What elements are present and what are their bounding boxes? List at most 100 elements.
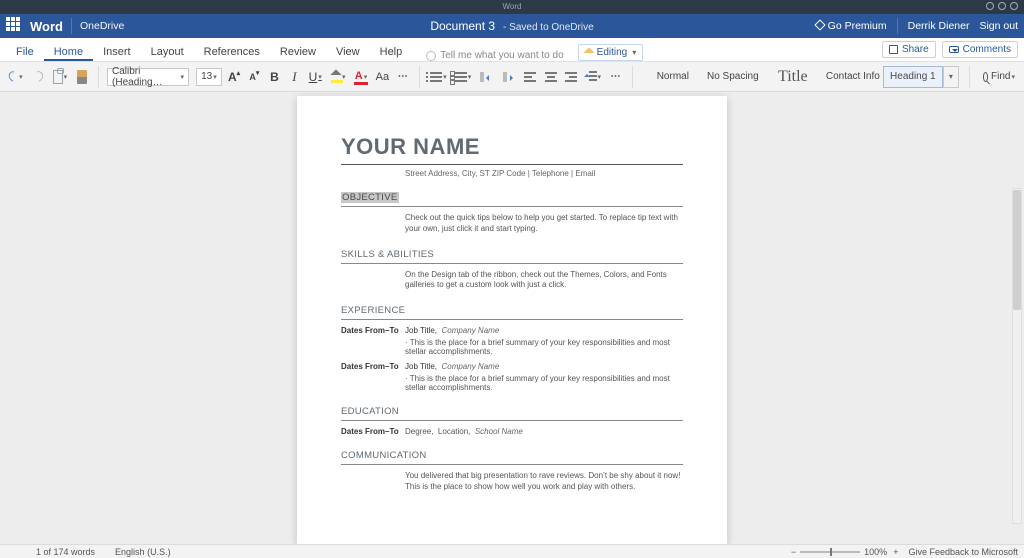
align-left-button[interactable]: [522, 68, 539, 86]
resume-name[interactable]: YOUR NAME: [341, 134, 683, 160]
redo-icon: [31, 69, 45, 84]
os-titlebar: Word: [0, 0, 1024, 14]
document-page[interactable]: YOUR NAME Street Address, City, ST ZIP C…: [297, 96, 727, 544]
scrollbar-thumb[interactable]: [1013, 190, 1021, 310]
chevron-down-icon: ▾: [632, 48, 636, 57]
align-right-button[interactable]: [563, 68, 580, 86]
outdent-icon: [480, 72, 492, 82]
chevron-down-icon: ▾: [213, 73, 217, 81]
section-skills[interactable]: SKILLS & ABILITIES: [341, 249, 683, 260]
minimize-icon[interactable]: [986, 2, 994, 10]
style-contact[interactable]: Contact Info: [823, 66, 883, 88]
tab-references[interactable]: References: [194, 42, 270, 61]
close-icon[interactable]: [1010, 2, 1018, 10]
zoom-in-button[interactable]: +: [893, 547, 898, 557]
zoom-slider[interactable]: [800, 551, 860, 553]
align-center-button[interactable]: [542, 68, 559, 86]
section-education[interactable]: EDUCATION: [341, 406, 683, 417]
tab-help[interactable]: Help: [370, 42, 413, 61]
tab-layout[interactable]: Layout: [141, 42, 194, 61]
tab-insert[interactable]: Insert: [93, 42, 141, 61]
indent-icon: [503, 72, 515, 82]
line-spacing-button[interactable]: ▾: [583, 68, 604, 86]
experience-row[interactable]: Dates From–To Job Title, Company Name· T…: [341, 326, 683, 356]
maximize-icon[interactable]: [998, 2, 1006, 10]
change-case-button[interactable]: Aa: [373, 68, 391, 86]
font-size-select[interactable]: 13▾: [196, 68, 222, 86]
undo-button[interactable]: ▾: [6, 68, 26, 86]
more-paragraph-button[interactable]: ⋯: [608, 68, 624, 86]
vertical-scrollbar[interactable]: [1012, 188, 1022, 524]
ribbon-home: ▾ ▾ Calibri (Heading…▾ 13▾ A▴ A▾ B I U▾ …: [0, 62, 1024, 92]
section-communication[interactable]: COMMUNICATION: [341, 450, 683, 461]
document-title[interactable]: Document 3: [430, 19, 495, 33]
paste-button[interactable]: ▾: [50, 68, 71, 86]
chevron-down-icon: ▾: [181, 73, 185, 81]
format-painter-button[interactable]: [74, 68, 90, 86]
italic-button[interactable]: I: [286, 68, 302, 86]
save-status: - Saved to OneDrive: [503, 22, 594, 33]
share-button[interactable]: Share: [882, 41, 936, 58]
tab-home[interactable]: Home: [44, 42, 93, 61]
selected-text[interactable]: OBJECTIVE: [341, 192, 399, 203]
zoom-level[interactable]: 100%: [864, 547, 887, 557]
numbering-icon: [455, 70, 467, 84]
comments-button[interactable]: Comments: [942, 41, 1018, 58]
brush-icon: [77, 70, 87, 84]
language-status[interactable]: English (U.S.): [115, 547, 171, 557]
exp-dates[interactable]: Dates From–To: [341, 326, 405, 356]
bold-button[interactable]: B: [266, 68, 282, 86]
align-left-icon: [524, 70, 536, 84]
status-bar: 1 of 174 words English (U.S.) − 100% + G…: [0, 544, 1024, 558]
user-name[interactable]: Derrik Diener: [908, 20, 970, 32]
style-normal[interactable]: Normal: [643, 66, 703, 88]
app-brand: Word: [30, 19, 63, 34]
experience-row[interactable]: Dates From–To Job Title, Company Name· T…: [341, 362, 683, 392]
styles-gallery: Normal No Spacing Title Contact Info Hea…: [643, 66, 959, 88]
edu-dates[interactable]: Dates From–To: [341, 427, 405, 436]
redo-button[interactable]: [30, 68, 46, 86]
zoom-out-button[interactable]: −: [791, 547, 796, 557]
exp-dates[interactable]: Dates From–To: [341, 362, 405, 392]
find-button[interactable]: Find▾: [980, 68, 1018, 86]
clipboard-icon: [53, 70, 63, 84]
style-title[interactable]: Title: [763, 66, 823, 88]
underline-button[interactable]: U▾: [306, 68, 324, 86]
objective-body[interactable]: Check out the quick tips below to help y…: [405, 213, 683, 235]
education-row[interactable]: Dates From–To Degree, Location, School N…: [341, 427, 683, 436]
location-onedrive[interactable]: OneDrive: [80, 20, 124, 32]
section-experience[interactable]: EXPERIENCE: [341, 305, 683, 316]
grow-font-button[interactable]: A▴: [226, 68, 243, 86]
editing-mode-dropdown[interactable]: Editing ▾: [578, 44, 644, 61]
font-name-select[interactable]: Calibri (Heading…▾: [107, 68, 189, 86]
document-canvas[interactable]: YOUR NAME Street Address, City, ST ZIP C…: [0, 92, 1024, 544]
app-launcher-icon[interactable]: [6, 17, 24, 35]
section-objective[interactable]: OBJECTIVE: [341, 192, 683, 203]
style-no-spacing[interactable]: No Spacing: [703, 66, 763, 88]
decrease-indent-button[interactable]: [477, 68, 495, 86]
tab-review[interactable]: Review: [270, 42, 326, 61]
divider: [71, 18, 72, 34]
more-font-button[interactable]: ⋯: [395, 68, 411, 86]
line-spacing-icon: [586, 71, 596, 83]
word-count[interactable]: 1 of 174 words: [36, 547, 95, 557]
communication-body[interactable]: You delivered that big presentation to r…: [405, 471, 683, 493]
skills-body[interactable]: On the Design tab of the ribbon, check o…: [405, 270, 683, 292]
highlight-button[interactable]: ▾: [328, 68, 349, 86]
tab-file[interactable]: File: [6, 42, 44, 61]
increase-indent-button[interactable]: [500, 68, 518, 86]
tell-me-search[interactable]: Tell me what you want to do: [426, 50, 563, 61]
number-list-button[interactable]: ▾: [453, 68, 474, 86]
font-color-button[interactable]: A▾: [353, 68, 370, 86]
go-premium-button[interactable]: Go Premium: [816, 20, 887, 32]
bullet-list-button[interactable]: ▾: [428, 68, 449, 86]
comment-icon: [949, 46, 959, 53]
sign-out-link[interactable]: Sign out: [979, 20, 1018, 32]
style-heading-1[interactable]: Heading 1: [883, 66, 943, 88]
pencil-icon: [583, 47, 594, 58]
resume-contact[interactable]: Street Address, City, ST ZIP Code | Tele…: [405, 169, 683, 178]
styles-more-button[interactable]: ▾: [943, 66, 959, 88]
tab-view[interactable]: View: [326, 42, 370, 61]
feedback-link[interactable]: Give Feedback to Microsoft: [908, 547, 1018, 557]
shrink-font-button[interactable]: A▾: [246, 68, 262, 86]
